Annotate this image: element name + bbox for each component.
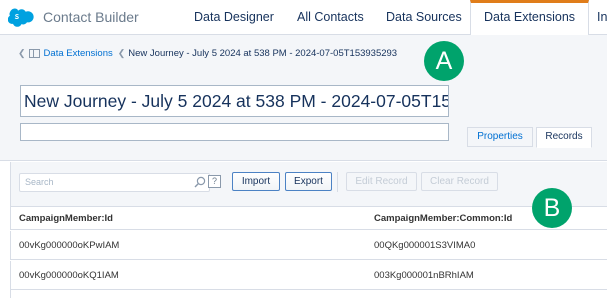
- nav-tab-data-sources[interactable]: Data Sources: [386, 0, 462, 35]
- search-input[interactable]: Search: [19, 173, 210, 192]
- tab-records[interactable]: Records: [536, 127, 592, 148]
- annotation-badge-b: B: [532, 188, 572, 228]
- clear-record-button[interactable]: Clear Record: [421, 172, 498, 191]
- annotation-badge-a: A: [424, 41, 464, 81]
- import-button[interactable]: Import: [232, 172, 280, 191]
- nav-tab-overflow[interactable]: In: [597, 0, 607, 35]
- app-brand[interactable]: Contact Builder: [8, 6, 139, 28]
- app-name: Contact Builder: [43, 9, 139, 25]
- table-row[interactable]: 00vKg000000oKQ1IAM 003Kg000001nBRhIAM: [10, 261, 607, 290]
- data-extension-header: ❮ Data Extensions ❮ New Journey - July 5…: [0, 35, 607, 160]
- table-cell: 00QKg000001S3VIMA0: [374, 240, 476, 251]
- table-cell: 00vKg000000oKQ1IAM: [19, 270, 119, 281]
- top-nav: Contact Builder Data Designer All Contac…: [0, 0, 607, 36]
- search-placeholder: Search: [25, 177, 54, 187]
- records-panel: Search ? Import Export Edit Record Clear…: [0, 160, 607, 298]
- nav-tab-all-contacts[interactable]: All Contacts: [297, 0, 364, 35]
- tab-properties[interactable]: Properties: [467, 127, 533, 147]
- help-icon[interactable]: ?: [208, 175, 221, 188]
- records-toolbar: Search ? Import Export Edit Record Clear…: [10, 162, 607, 207]
- breadcrumb: ❮ Data Extensions ❮ New Journey - July 5…: [18, 48, 397, 59]
- search-icon[interactable]: [193, 176, 207, 189]
- table-footer: [10, 290, 607, 298]
- breadcrumb-current: New Journey - July 5 2024 at 538 PM - 20…: [128, 48, 398, 59]
- table-cell: 00vKg000000oKPwIAM: [19, 240, 120, 251]
- nav-tab-data-designer[interactable]: Data Designer: [194, 0, 274, 35]
- chevron-left-icon: ❮: [18, 48, 26, 58]
- breadcrumb-data-extensions-link[interactable]: Data Extensions: [44, 48, 113, 59]
- column-header-campaignmember-common-id[interactable]: CampaignMember:Common:Id: [374, 213, 512, 224]
- extension-name-field[interactable]: New Journey - July 5 2024 at 538 PM - 20…: [20, 85, 449, 117]
- chevron-left-icon: ❮: [117, 48, 126, 58]
- nav-tab-data-extensions[interactable]: Data Extensions: [470, 0, 590, 36]
- extension-description-field[interactable]: [20, 123, 449, 141]
- toolbar-divider: [337, 172, 338, 192]
- salesforce-cloud-logo-icon: [8, 8, 35, 27]
- data-extension-icon: [28, 49, 40, 58]
- table-row[interactable]: 00vKg000000oKPwIAM 00QKg000001S3VIMA0: [10, 231, 607, 260]
- export-button[interactable]: Export: [285, 172, 332, 191]
- table-cell: 003Kg000001nBRhIAM: [374, 270, 474, 281]
- edit-record-button[interactable]: Edit Record: [346, 172, 417, 191]
- table-header: CampaignMember:Id CampaignMember:Common:…: [10, 207, 607, 230]
- column-header-campaignmember-id[interactable]: CampaignMember:Id: [19, 213, 113, 224]
